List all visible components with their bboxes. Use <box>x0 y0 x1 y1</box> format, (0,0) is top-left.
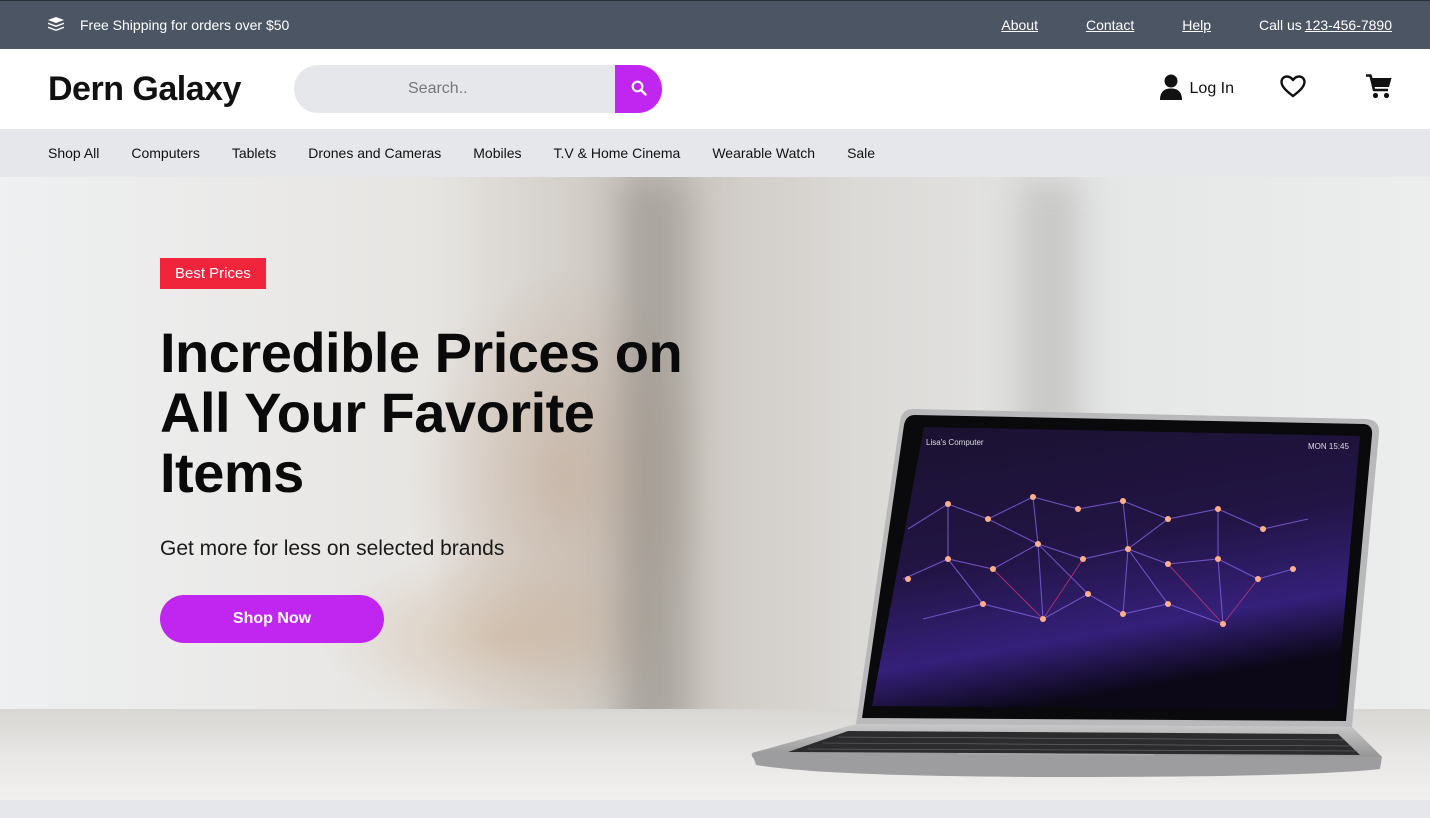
cart-icon <box>1366 74 1392 104</box>
search-bar <box>294 65 662 113</box>
category-drones-cameras[interactable]: Drones and Cameras <box>308 145 441 161</box>
site-logo[interactable]: Dern Galaxy <box>48 70 294 109</box>
search-input[interactable] <box>294 65 615 113</box>
site-header: Dern Galaxy Log In <box>0 49 1430 129</box>
hero-content: Best Prices Incredible Prices on All You… <box>160 258 740 643</box>
shop-now-button[interactable]: Shop Now <box>160 595 384 643</box>
search-icon <box>631 80 647 99</box>
announcement-bar: Free Shipping for orders over $50 About … <box>0 0 1430 49</box>
login-label: Log In <box>1189 80 1234 97</box>
call-prefix: Call us <box>1259 17 1302 33</box>
category-wearable-watch[interactable]: Wearable Watch <box>712 145 815 161</box>
laptop-user-name: Lisa's Computer <box>926 438 984 447</box>
login-button[interactable]: Log In <box>1159 74 1234 105</box>
best-prices-badge: Best Prices <box>160 258 266 289</box>
laptop-image: Lisa's Computer MON 15:45 <box>751 409 1382 777</box>
laptop-clock: MON 15:45 <box>1308 442 1349 451</box>
laptop-screen <box>872 427 1360 709</box>
phone-link[interactable]: 123-456-7890 <box>1305 17 1392 33</box>
heart-icon <box>1280 75 1306 103</box>
hero-banner: Best Prices Incredible Prices on All You… <box>0 177 1430 801</box>
category-tv-home-cinema[interactable]: T.V & Home Cinema <box>554 145 681 161</box>
category-sale[interactable]: Sale <box>847 145 875 161</box>
hero-subtitle: Get more for less on selected brands <box>160 537 505 560</box>
category-nav: Shop All Computers Tablets Drones and Ca… <box>0 129 1430 177</box>
contact-link[interactable]: Contact <box>1086 17 1134 33</box>
about-link[interactable]: About <box>1001 17 1038 33</box>
help-link[interactable]: Help <box>1182 17 1211 33</box>
category-mobiles[interactable]: Mobiles <box>473 145 521 161</box>
category-computers[interactable]: Computers <box>131 145 199 161</box>
search-button[interactable] <box>615 65 662 113</box>
call-us: Call us 123-456-7890 <box>1259 17 1392 33</box>
hero-title: Incredible Prices on All Your Favorite I… <box>160 321 683 504</box>
category-tablets[interactable]: Tablets <box>232 145 276 161</box>
shipping-notice: Free Shipping for orders over $50 <box>48 16 290 34</box>
page-footer-strip <box>0 800 1430 818</box>
user-icon <box>1159 74 1182 105</box>
category-shop-all[interactable]: Shop All <box>48 145 99 161</box>
shipping-text: Free Shipping for orders over $50 <box>80 17 290 33</box>
box-stack-icon <box>48 16 64 34</box>
cart-button[interactable] <box>1366 74 1392 104</box>
wishlist-button[interactable] <box>1280 75 1306 103</box>
